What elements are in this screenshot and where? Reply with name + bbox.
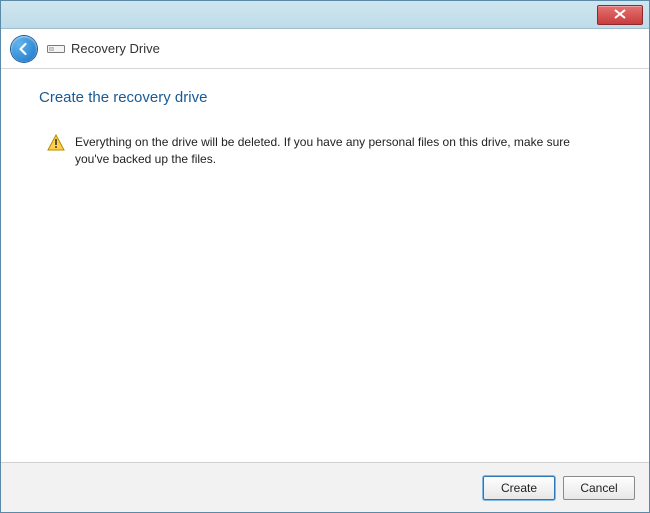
create-button[interactable]: Create <box>483 476 555 500</box>
close-x-icon <box>614 8 626 21</box>
title-bar <box>1 1 649 29</box>
footer-bar: Create Cancel <box>1 462 649 512</box>
back-arrow-icon <box>17 42 31 56</box>
cancel-button[interactable]: Cancel <box>563 476 635 500</box>
warning-icon <box>47 134 65 152</box>
header-title: Recovery Drive <box>71 41 160 56</box>
recovery-drive-icon <box>47 43 65 55</box>
content-area: Create the recovery drive Everything on … <box>1 69 649 462</box>
page-title: Create the recovery drive <box>39 89 611 106</box>
warning-row: Everything on the drive will be deleted.… <box>39 134 611 168</box>
cancel-button-label: Cancel <box>580 481 617 495</box>
close-button[interactable] <box>597 5 643 25</box>
header-bar: Recovery Drive <box>1 29 649 69</box>
wizard-window: Recovery Drive Create the recovery drive… <box>0 0 650 513</box>
back-button[interactable] <box>11 36 37 62</box>
create-button-label: Create <box>501 481 537 495</box>
warning-message: Everything on the drive will be deleted.… <box>75 134 581 168</box>
